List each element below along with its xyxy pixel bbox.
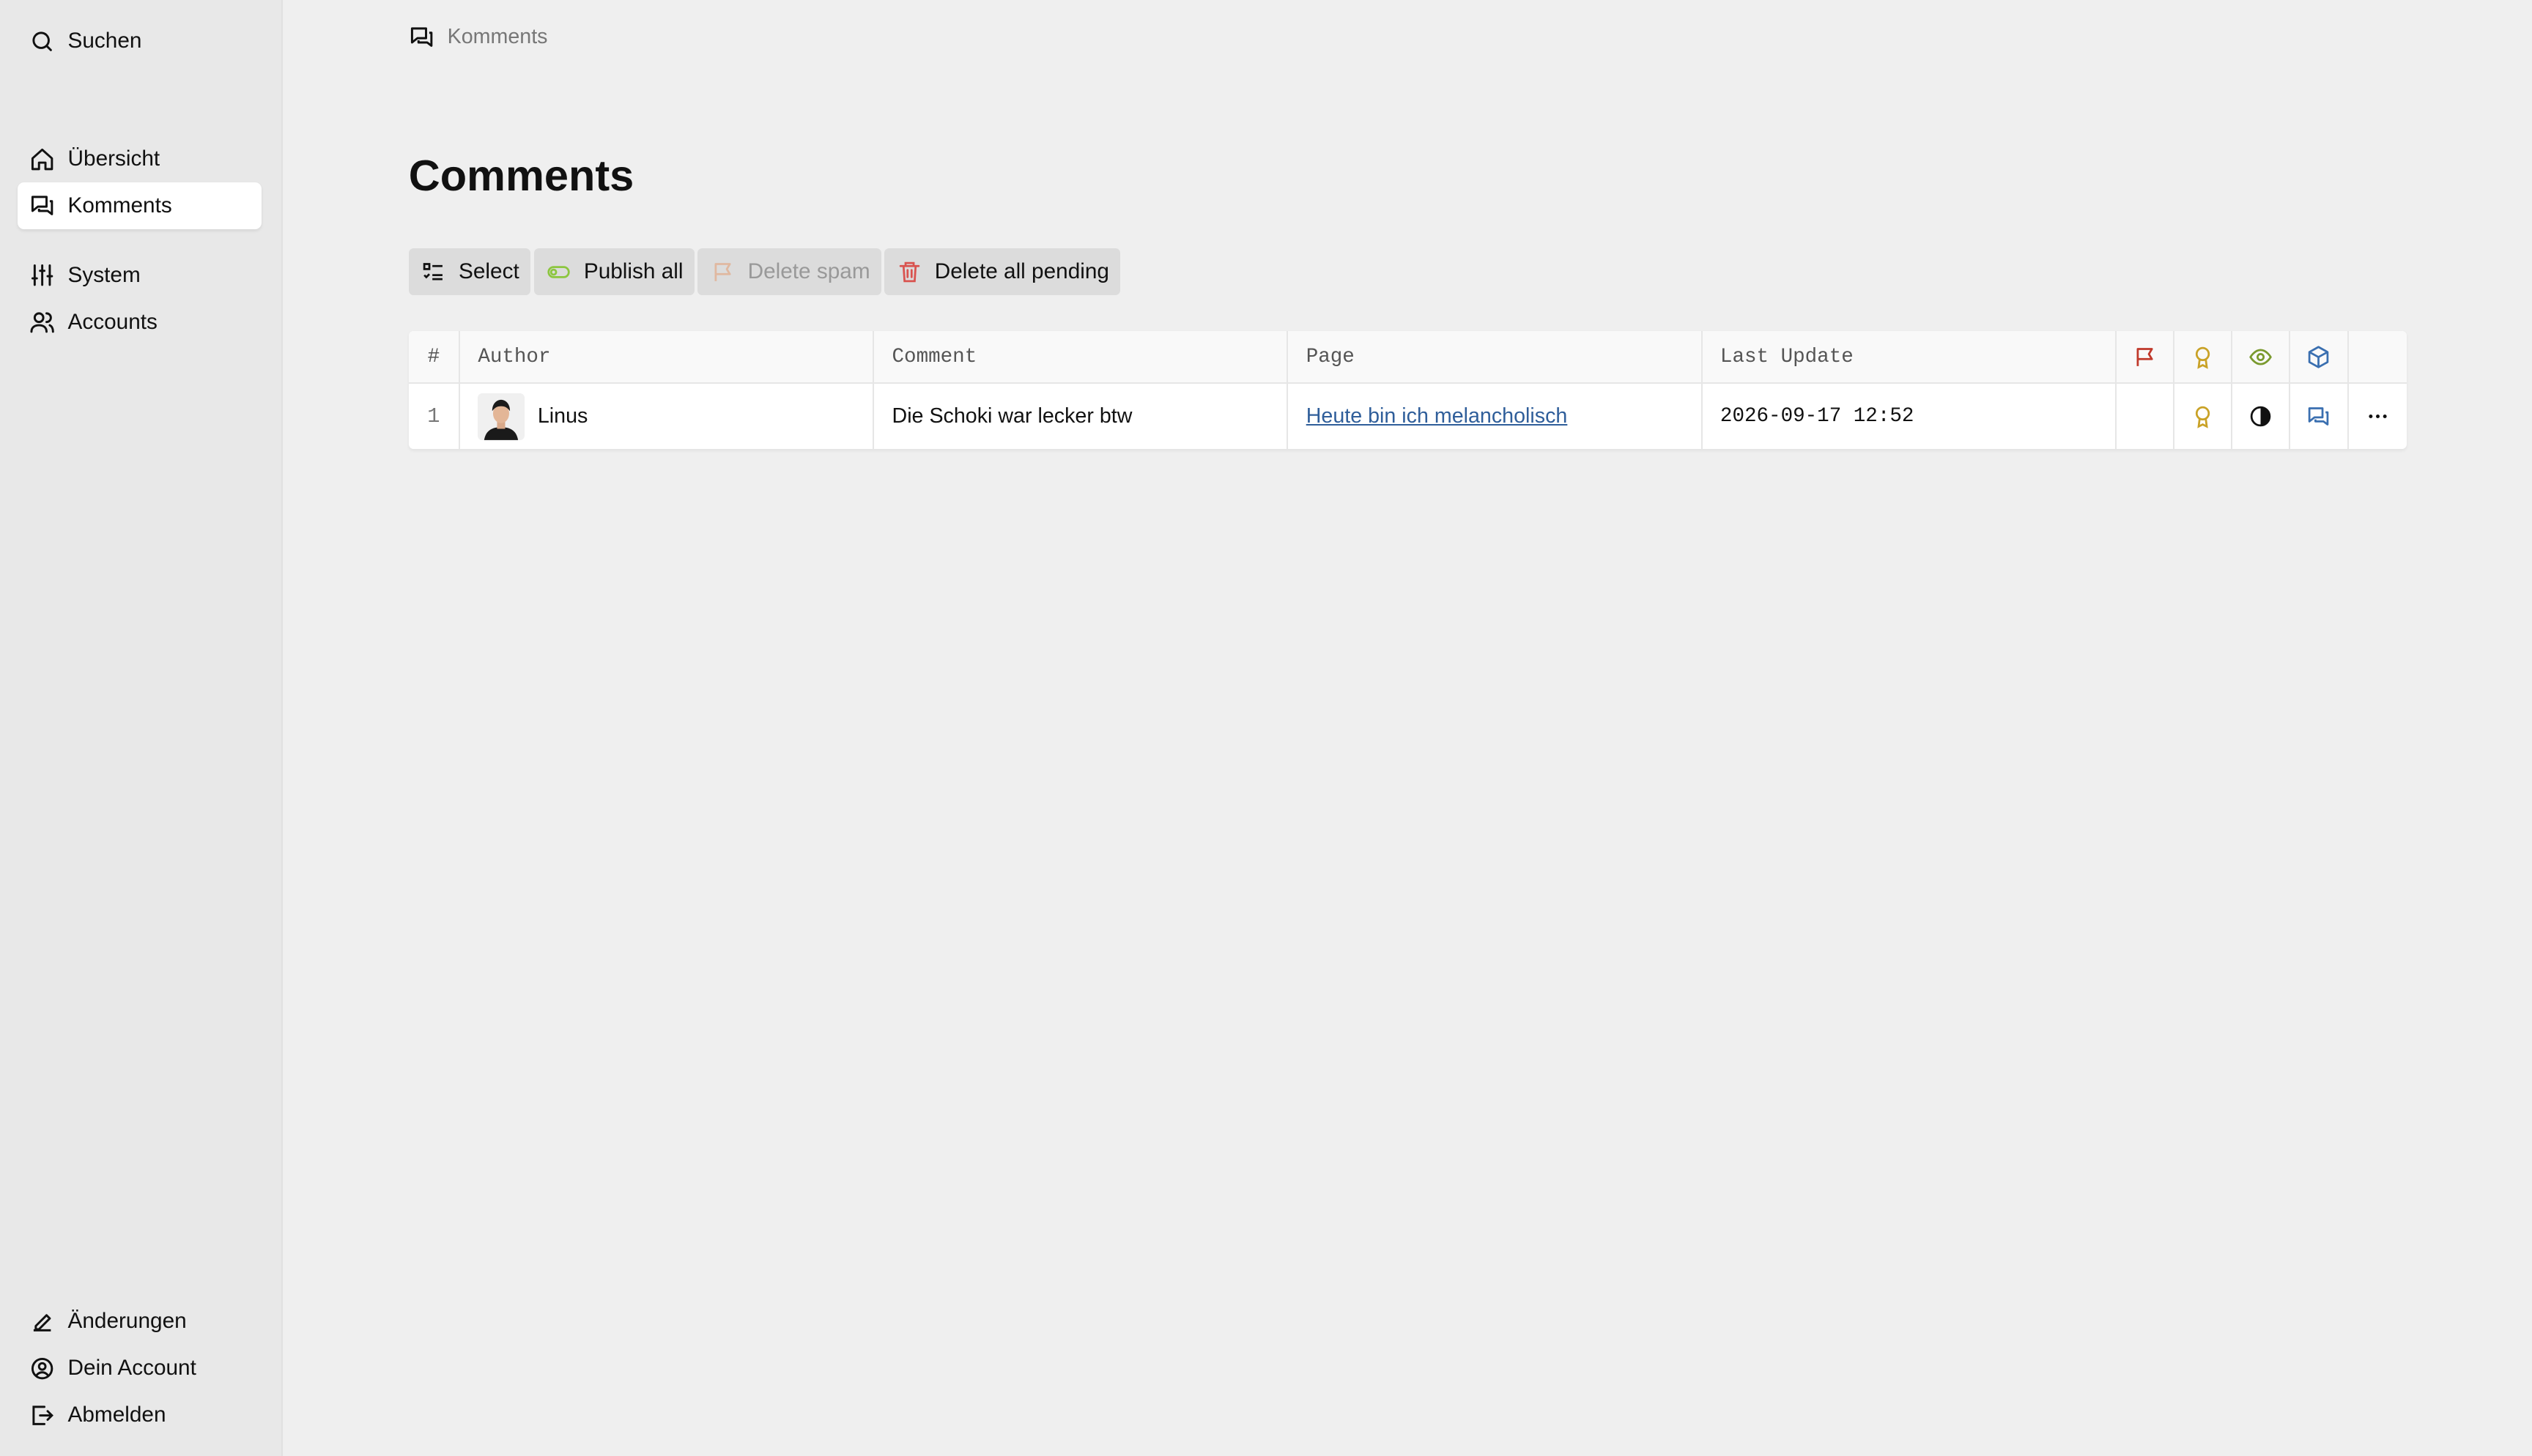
search-label: Suchen bbox=[67, 29, 142, 53]
sidebar-item-aenderungen[interactable]: Änderungen bbox=[18, 1298, 262, 1345]
select-list-icon bbox=[423, 263, 443, 281]
half-circle-icon bbox=[2251, 406, 2271, 427]
trash-icon bbox=[899, 261, 920, 283]
row-page: Heute bin ich melancholisch bbox=[1288, 384, 1703, 449]
header-cube[interactable] bbox=[2290, 330, 2349, 383]
delete-all-pending-button[interactable]: Delete all pending bbox=[884, 248, 1121, 296]
flag-icon bbox=[2136, 347, 2153, 366]
sidebar-item-komments[interactable]: Komments bbox=[18, 182, 262, 230]
sidebar-item-accounts[interactable]: Accounts bbox=[18, 299, 262, 346]
publish-all-label: Publish all bbox=[583, 259, 684, 284]
select-label: Select bbox=[459, 259, 519, 284]
row-comment: Die Schoki war lecker btw bbox=[874, 384, 1289, 449]
sidebar-item-label: Änderungen bbox=[67, 1309, 187, 1334]
cube-icon bbox=[2309, 346, 2329, 368]
header-options bbox=[2349, 331, 2407, 383]
sidebar: Suchen Übersicht Komments System Account… bbox=[0, 0, 283, 1456]
sidebar-item-label: System bbox=[67, 262, 141, 287]
header-flag[interactable] bbox=[2117, 330, 2175, 383]
avatar bbox=[478, 393, 525, 440]
row-visibility-toggle[interactable] bbox=[2232, 384, 2291, 449]
main-content: Komments Comments Select Publish all Del… bbox=[281, 0, 2532, 1456]
row-options-button[interactable] bbox=[2349, 384, 2407, 448]
toolbar: Select Publish all Delete spam Delete al… bbox=[408, 248, 1121, 296]
sidebar-item-label: Dein Account bbox=[67, 1356, 196, 1381]
table-row[interactable]: 1 Linus Die Schoki war lecker btw Heute … bbox=[409, 384, 2407, 449]
row-award-toggle[interactable] bbox=[2174, 384, 2233, 449]
table-header: # Author Comment Page Last Update bbox=[408, 330, 2407, 385]
page-title: Comments bbox=[408, 151, 634, 201]
author-name: Linus bbox=[537, 404, 588, 428]
pencil-icon bbox=[33, 1314, 51, 1331]
toggle-icon bbox=[547, 266, 570, 278]
avatar-image bbox=[478, 393, 525, 440]
row-reply-button[interactable] bbox=[2290, 384, 2349, 449]
search-button[interactable]: Suchen bbox=[18, 18, 262, 64]
delete-all-pending-label: Delete all pending bbox=[934, 259, 1109, 284]
award-icon bbox=[2195, 406, 2210, 428]
sidebar-item-label: Komments bbox=[67, 193, 172, 218]
comments-icon bbox=[2309, 407, 2329, 426]
sidebar-item-label: Accounts bbox=[67, 309, 158, 334]
user-circle-icon bbox=[31, 1357, 53, 1379]
sidebar-item-system[interactable]: System bbox=[18, 252, 262, 299]
flag-icon bbox=[714, 263, 731, 281]
sidebar-item-uebersicht[interactable]: Übersicht bbox=[18, 135, 262, 182]
row-author: Linus bbox=[460, 384, 875, 449]
row-flag-toggle[interactable] bbox=[2117, 384, 2175, 449]
delete-spam-label: Delete spam bbox=[747, 259, 870, 284]
header-page[interactable]: Page bbox=[1288, 330, 1703, 383]
sidebar-item-label: Übersicht bbox=[67, 146, 160, 171]
header-eye[interactable] bbox=[2232, 330, 2291, 383]
award-icon bbox=[2195, 346, 2210, 369]
row-last-update: 2026-09-17 12:52 bbox=[1703, 384, 2117, 449]
breadcrumb[interactable]: Komments bbox=[409, 24, 548, 50]
comments-table: # Author Comment Page Last Update 1 Linu… bbox=[408, 330, 2407, 449]
select-button[interactable]: Select bbox=[408, 248, 531, 296]
page-link[interactable]: Heute bin ich melancholisch bbox=[1306, 404, 1568, 428]
eye-icon bbox=[2249, 349, 2273, 365]
row-num: 1 bbox=[409, 384, 461, 449]
publish-all-button[interactable]: Publish all bbox=[533, 248, 695, 296]
sidebar-item-abmelden[interactable]: Abmelden bbox=[18, 1392, 262, 1438]
sidebar-item-label: Abmelden bbox=[67, 1403, 166, 1427]
logout-icon bbox=[32, 1405, 53, 1425]
header-comment[interactable]: Comment bbox=[874, 330, 1289, 383]
header-author[interactable]: Author bbox=[460, 330, 875, 383]
breadcrumb-label: Komments bbox=[447, 25, 548, 49]
header-award[interactable] bbox=[2174, 330, 2233, 383]
comments-icon bbox=[31, 196, 53, 216]
more-options-icon bbox=[2368, 415, 2387, 419]
delete-spam-button[interactable]: Delete spam bbox=[697, 248, 882, 296]
sidebar-item-dein-account[interactable]: Dein Account bbox=[18, 1345, 262, 1392]
users-icon bbox=[30, 312, 54, 333]
search-icon bbox=[32, 31, 52, 51]
header-num[interactable]: # bbox=[409, 330, 461, 383]
home-icon bbox=[31, 148, 53, 170]
sliders-icon bbox=[31, 264, 53, 286]
header-last-update[interactable]: Last Update bbox=[1703, 330, 2117, 383]
comments-icon bbox=[410, 27, 433, 47]
